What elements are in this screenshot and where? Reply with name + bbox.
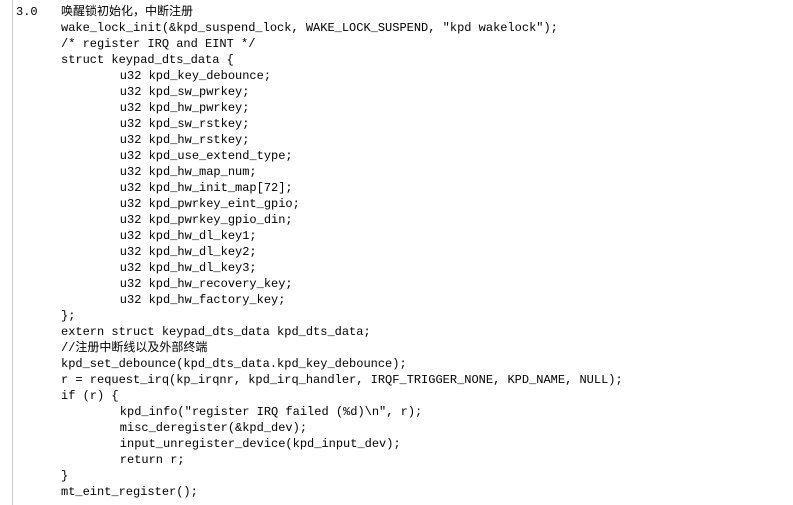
code-line: u32 kpd_key_debounce; bbox=[16, 68, 623, 84]
code-text: u32 kpd_hw_dl_key2; bbox=[61, 244, 257, 260]
code-block: 3.0 唤醒锁初始化，中断注册 wake_lock_init(&kpd_susp… bbox=[16, 4, 623, 500]
code-text: u32 kpd_hw_factory_key; bbox=[61, 292, 285, 308]
code-text: u32 kpd_hw_recovery_key; bbox=[61, 276, 293, 292]
code-line: kpd_info("register IRQ failed (%d)\n", r… bbox=[16, 404, 623, 420]
code-text: if (r) { bbox=[61, 388, 119, 404]
code-text: u32 kpd_hw_dl_key1; bbox=[61, 228, 257, 244]
code-line: u32 kpd_pwrkey_gpio_din; bbox=[16, 212, 623, 228]
code-line: kpd_set_debounce(kpd_dts_data.kpd_key_de… bbox=[16, 356, 623, 372]
code-line: u32 kpd_pwrkey_eint_gpio; bbox=[16, 196, 623, 212]
code-text: u32 kpd_hw_dl_key3; bbox=[61, 260, 257, 276]
code-text: u32 kpd_key_debounce; bbox=[61, 68, 271, 84]
code-text: extern struct keypad_dts_data kpd_dts_da… bbox=[61, 324, 371, 340]
code-line: extern struct keypad_dts_data kpd_dts_da… bbox=[16, 324, 623, 340]
code-text: mt_eint_register(); bbox=[61, 484, 198, 500]
code-line: u32 kpd_sw_pwrkey; bbox=[16, 84, 623, 100]
code-text: u32 kpd_hw_init_map[72]; bbox=[61, 180, 293, 196]
code-text: return r; bbox=[61, 452, 185, 468]
code-text: /* register IRQ and EINT */ bbox=[61, 36, 255, 52]
code-line: }; bbox=[16, 308, 623, 324]
code-text: u32 kpd_use_extend_type; bbox=[61, 148, 293, 164]
code-line: mt_eint_register(); bbox=[16, 484, 623, 500]
code-text: kpd_set_debounce(kpd_dts_data.kpd_key_de… bbox=[61, 356, 407, 372]
code-line: u32 kpd_hw_pwrkey; bbox=[16, 100, 623, 116]
code-text: misc_deregister(&kpd_dev); bbox=[61, 420, 307, 436]
code-line: wake_lock_init(&kpd_suspend_lock, WAKE_L… bbox=[16, 20, 623, 36]
code-line: r = request_irq(kp_irqnr, kpd_irq_handle… bbox=[16, 372, 623, 388]
code-line: u32 kpd_hw_rstkey; bbox=[16, 132, 623, 148]
code-text: //注册中断线以及外部终端 bbox=[61, 340, 207, 356]
code-line: u32 kpd_hw_dl_key3; bbox=[16, 260, 623, 276]
code-line: u32 kpd_hw_map_num; bbox=[16, 164, 623, 180]
code-line: u32 kpd_hw_init_map[72]; bbox=[16, 180, 623, 196]
code-text: r = request_irq(kp_irqnr, kpd_irq_handle… bbox=[61, 372, 623, 388]
code-text: u32 kpd_sw_rstkey; bbox=[61, 116, 249, 132]
code-text: u32 kpd_hw_rstkey; bbox=[61, 132, 249, 148]
code-line: /* register IRQ and EINT */ bbox=[16, 36, 623, 52]
code-text: wake_lock_init(&kpd_suspend_lock, WAKE_L… bbox=[61, 20, 558, 36]
section-heading: 唤醒锁初始化，中断注册 bbox=[61, 4, 193, 20]
code-text: }; bbox=[61, 308, 75, 324]
code-line: u32 kpd_sw_rstkey; bbox=[16, 116, 623, 132]
code-text: u32 kpd_pwrkey_eint_gpio; bbox=[61, 196, 300, 212]
code-line: u32 kpd_hw_recovery_key; bbox=[16, 276, 623, 292]
code-text: u32 kpd_hw_pwrkey; bbox=[61, 100, 249, 116]
code-text: u32 kpd_pwrkey_gpio_din; bbox=[61, 212, 293, 228]
code-text: } bbox=[61, 468, 68, 484]
code-text: u32 kpd_sw_pwrkey; bbox=[61, 84, 249, 100]
heading-row: 3.0 唤醒锁初始化，中断注册 bbox=[16, 4, 623, 20]
code-line: input_unregister_device(kpd_input_dev); bbox=[16, 436, 623, 452]
code-line: return r; bbox=[16, 452, 623, 468]
code-line: u32 kpd_hw_dl_key2; bbox=[16, 244, 623, 260]
code-line: u32 kpd_use_extend_type; bbox=[16, 148, 623, 164]
code-text: input_unregister_device(kpd_input_dev); bbox=[61, 436, 401, 452]
code-line: u32 kpd_hw_dl_key1; bbox=[16, 228, 623, 244]
page: 3.0 唤醒锁初始化，中断注册 wake_lock_init(&kpd_susp… bbox=[0, 0, 793, 505]
code-line: struct keypad_dts_data { bbox=[16, 52, 623, 68]
section-number: 3.0 bbox=[16, 4, 61, 20]
code-text: kpd_info("register IRQ failed (%d)\n", r… bbox=[61, 404, 422, 420]
code-line: misc_deregister(&kpd_dev); bbox=[16, 420, 623, 436]
code-text: u32 kpd_hw_map_num; bbox=[61, 164, 257, 180]
code-line: } bbox=[16, 468, 623, 484]
code-text: struct keypad_dts_data { bbox=[61, 52, 234, 68]
code-line: u32 kpd_hw_factory_key; bbox=[16, 292, 623, 308]
gutter-line bbox=[12, 0, 13, 505]
code-line: if (r) { bbox=[16, 388, 623, 404]
code-line: //注册中断线以及外部终端 bbox=[16, 340, 623, 356]
